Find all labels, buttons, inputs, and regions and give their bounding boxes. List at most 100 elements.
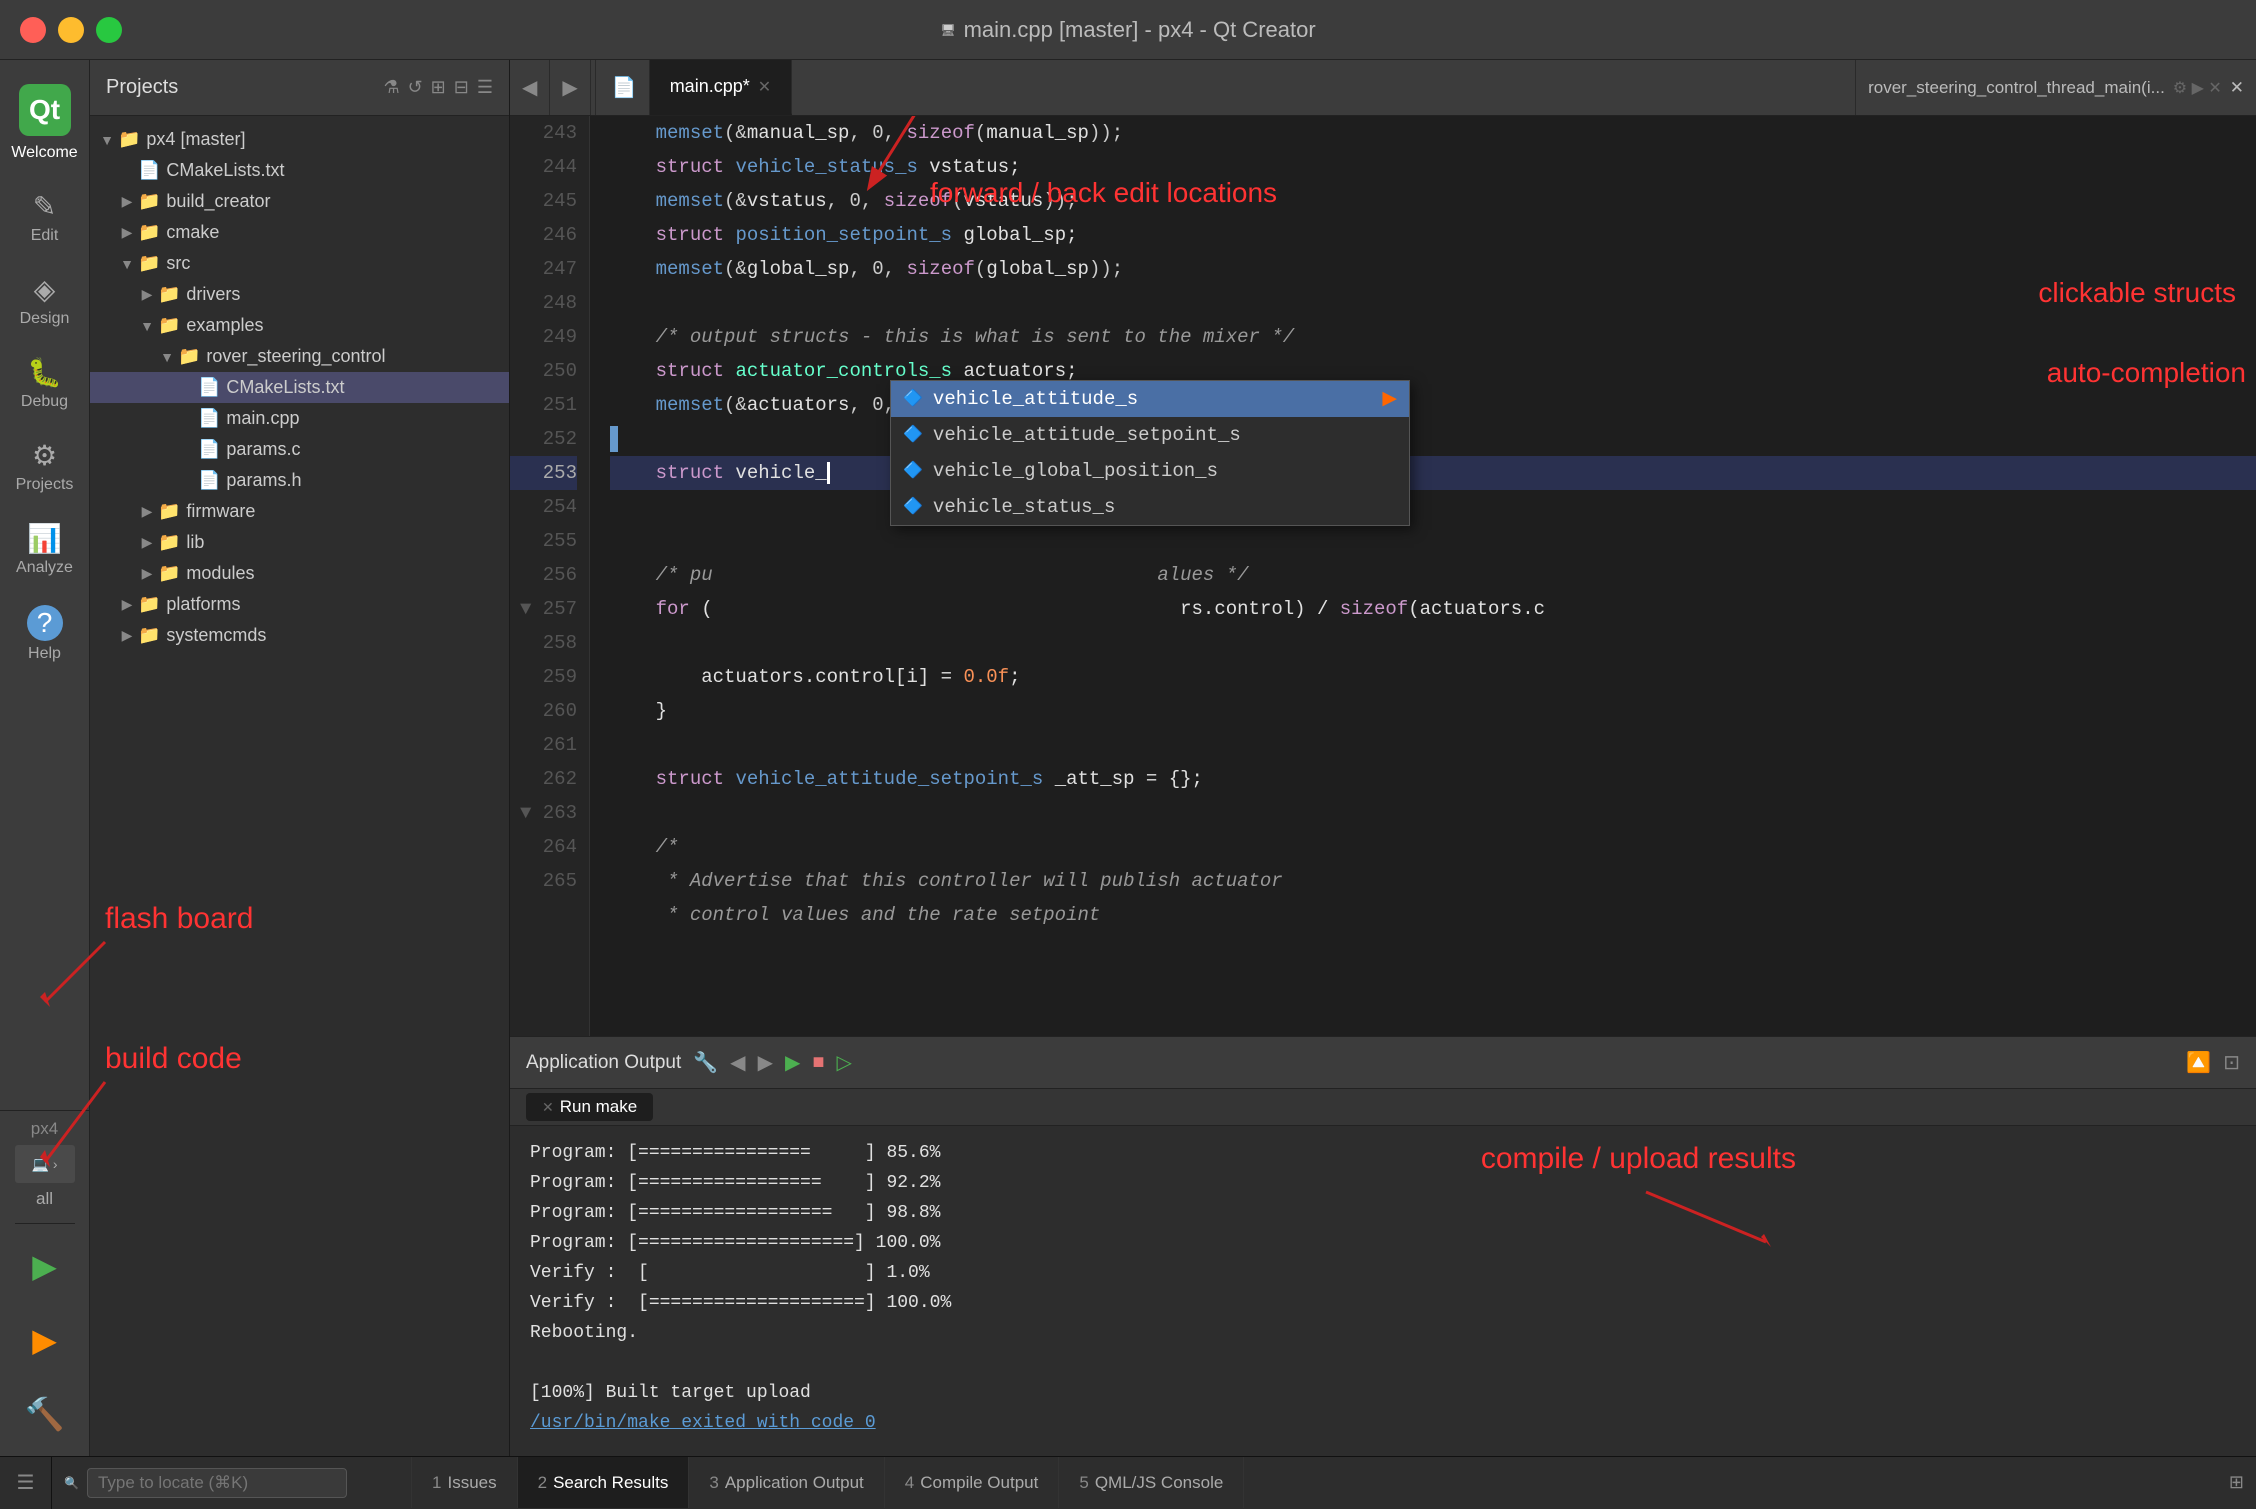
expand-arrow-px4[interactable]: ▼ bbox=[98, 132, 116, 148]
folder-icon-cmake: 📁 bbox=[138, 222, 160, 243]
close-button[interactable] bbox=[20, 17, 46, 43]
tab-num-5: 5 bbox=[1079, 1473, 1088, 1493]
build-button[interactable]: 🔨 bbox=[15, 1384, 75, 1444]
sidebar-item-design[interactable]: ◈ Design bbox=[0, 259, 89, 342]
tree-item-cmakelists-root[interactable]: ▶ 📄 CMakeLists.txt bbox=[90, 155, 509, 186]
output-content: Program: [================ ] 85.6% Progr… bbox=[510, 1126, 2256, 1456]
expand-icon[interactable]: ⊞ bbox=[431, 77, 446, 98]
sidebar-item-help[interactable]: ? Help bbox=[0, 591, 89, 677]
tree-item-examples[interactable]: ▼ 📁 examples bbox=[90, 310, 509, 341]
expand-arrow-build[interactable]: ▶ bbox=[118, 193, 136, 210]
sidebar-item-edit[interactable]: ✎ Edit bbox=[0, 176, 89, 259]
output-detach-icon[interactable]: ⊡ bbox=[2223, 1050, 2240, 1075]
tree-item-systemcmds[interactable]: ▶ 📁 systemcmds bbox=[90, 620, 509, 651]
folder-icon-lib: 📁 bbox=[158, 532, 180, 553]
sidebar-item-welcome[interactable]: Qt Welcome bbox=[0, 70, 89, 176]
kit-device-icon[interactable]: 💻 › bbox=[15, 1145, 75, 1183]
tree-item-main-cpp[interactable]: ▶ 📄 main.cpp bbox=[90, 403, 509, 434]
output-title: Application Output bbox=[526, 1052, 681, 1074]
ac-item-vehicle-status-s[interactable]: 🔷 vehicle_status_s bbox=[891, 489, 1409, 525]
close-secondary-tab[interactable]: ✕ bbox=[2230, 78, 2244, 98]
output-resume-icon[interactable]: ▷ bbox=[836, 1050, 851, 1075]
tab-close-main[interactable]: ✕ bbox=[758, 77, 771, 97]
autocomplete-dropdown[interactable]: 🔷 vehicle_attitude_s ▶ 🔷 vehicle_attitud… bbox=[890, 380, 1410, 526]
sidebar-toggle-button[interactable]: ☰ bbox=[0, 1457, 52, 1509]
output-line-3: Program: [================== ] 98.8% bbox=[530, 1198, 2236, 1228]
code-content[interactable]: memset(&manual_sp, 0, sizeof(manual_sp))… bbox=[590, 116, 2256, 1036]
tree-item-firmware[interactable]: ▶ 📁 firmware bbox=[90, 496, 509, 527]
search-magnifier-icon: 🔍 bbox=[64, 1476, 79, 1490]
expand-arrow-systemcmds[interactable]: ▶ bbox=[118, 627, 136, 644]
no-arrow2: ▶ bbox=[178, 379, 196, 396]
main-layout: Qt Welcome ✎ Edit ◈ Design 🐛 Debug ⚙ Pro… bbox=[0, 60, 2256, 1456]
sync-icon[interactable]: ↺ bbox=[408, 77, 423, 98]
tree-item-params-h[interactable]: ▶ 📄 params.h bbox=[90, 465, 509, 496]
status-tab-search-results[interactable]: 2 Search Results bbox=[518, 1457, 690, 1508]
tree-item-px4[interactable]: ▼ 📁 px4 [master] bbox=[90, 124, 509, 155]
sidebar-item-debug[interactable]: 🐛 Debug bbox=[0, 342, 89, 425]
expand-arrow-lib[interactable]: ▶ bbox=[138, 534, 156, 551]
ac-item-vehicle-global-pos[interactable]: 🔷 vehicle_global_position_s bbox=[891, 453, 1409, 489]
sidebar-item-projects[interactable]: ⚙ Projects bbox=[0, 425, 89, 508]
locate-search-input[interactable] bbox=[87, 1468, 347, 1498]
output-line-blank bbox=[530, 1348, 2236, 1378]
status-search-area: 🔍 bbox=[52, 1457, 412, 1508]
code-line-254 bbox=[610, 490, 2256, 524]
expand-arrow-firmware[interactable]: ▶ bbox=[138, 503, 156, 520]
output-forward-icon[interactable]: ▶ bbox=[758, 1050, 773, 1075]
tree-item-platforms[interactable]: ▶ 📁 platforms bbox=[90, 589, 509, 620]
tree-item-cmake-selected[interactable]: ▶ 📄 CMakeLists.txt bbox=[90, 372, 509, 403]
expand-arrow-drivers[interactable]: ▶ bbox=[138, 286, 156, 303]
status-expand-icon[interactable]: ⊞ bbox=[2229, 1472, 2244, 1493]
ac-item-vehicle-attitude-s[interactable]: 🔷 vehicle_attitude_s ▶ bbox=[891, 381, 1409, 417]
maximize-button[interactable] bbox=[96, 17, 122, 43]
tree-item-build-creator[interactable]: ▶ 📁 build_creator bbox=[90, 186, 509, 217]
expand-arrow-cmake[interactable]: ▶ bbox=[118, 224, 136, 241]
tree-item-modules[interactable]: ▶ 📁 modules bbox=[90, 558, 509, 589]
folder-icon-systemcmds: 📁 bbox=[138, 625, 160, 646]
tab-main-cpp[interactable]: main.cpp* ✕ bbox=[650, 60, 792, 115]
traffic-lights[interactable] bbox=[20, 17, 122, 43]
expand-arrow-rover[interactable]: ▼ bbox=[158, 349, 176, 365]
debug-run-button[interactable]: ▶ bbox=[15, 1310, 75, 1370]
code-editor[interactable]: 243 244 245 246 247 248 249 250 251 252 … bbox=[510, 116, 2256, 1036]
expand-arrow-src[interactable]: ▼ bbox=[118, 256, 136, 272]
output-stop-icon[interactable]: ■ bbox=[812, 1051, 824, 1074]
tree-item-lib[interactable]: ▶ 📁 lib bbox=[90, 527, 509, 558]
expand-arrow-modules[interactable]: ▶ bbox=[138, 565, 156, 582]
sidebar-item-analyze[interactable]: 📊 Analyze bbox=[0, 508, 89, 591]
output-run-icon[interactable]: ▶ bbox=[785, 1050, 800, 1075]
settings-panel-icon[interactable]: ☰ bbox=[477, 77, 493, 98]
output-collapse-icon[interactable]: 🔼 bbox=[2186, 1050, 2211, 1075]
output-header: Application Output 🔧 ◀ ▶ ▶ ■ ▷ 🔼 ⊡ bbox=[510, 1037, 2256, 1089]
collapse-icon[interactable]: ⊟ bbox=[454, 77, 469, 98]
forward-nav-button[interactable]: ▶ bbox=[550, 60, 590, 115]
output-right-controls: 🔼 ⊡ bbox=[2186, 1050, 2240, 1075]
tree-item-cmake[interactable]: ▶ 📁 cmake bbox=[90, 217, 509, 248]
filter-icon[interactable]: ⚗ bbox=[383, 77, 399, 98]
output-tab-run-make[interactable]: ✕ Run make bbox=[526, 1093, 653, 1121]
tab-x-icon[interactable]: ✕ bbox=[542, 1099, 554, 1116]
tree-item-params-c[interactable]: ▶ 📄 params.c bbox=[90, 434, 509, 465]
expand-arrow-platforms[interactable]: ▶ bbox=[118, 596, 136, 613]
run-button[interactable]: ▶ bbox=[15, 1236, 75, 1296]
help-icon: ? bbox=[27, 605, 63, 641]
tree-label-rover: rover_steering_control bbox=[206, 346, 385, 367]
expand-arrow-examples[interactable]: ▼ bbox=[138, 318, 156, 334]
minimize-button[interactable] bbox=[58, 17, 84, 43]
tree-item-rover[interactable]: ▼ 📁 rover_steering_control bbox=[90, 341, 509, 372]
code-line-263 bbox=[610, 796, 2256, 830]
secondary-tab-label[interactable]: rover_steering_control_thread_main(i... bbox=[1868, 78, 2165, 98]
ac-item-vehicle-attitude-setpoint-s[interactable]: 🔷 vehicle_attitude_setpoint_s bbox=[891, 417, 1409, 453]
output-settings-icon[interactable]: 🔧 bbox=[693, 1050, 718, 1075]
status-tab-compile[interactable]: 4 Compile Output bbox=[885, 1457, 1060, 1508]
tree-item-src[interactable]: ▼ 📁 src bbox=[90, 248, 509, 279]
back-nav-button[interactable]: ◀ bbox=[510, 60, 550, 115]
output-back-icon[interactable]: ◀ bbox=[730, 1050, 745, 1075]
status-tab-qml[interactable]: 5 QML/JS Console bbox=[1059, 1457, 1244, 1508]
status-tab-app-output[interactable]: 3 Application Output bbox=[689, 1457, 884, 1508]
make-exit-link[interactable]: /usr/bin/make exited with code 0 bbox=[530, 1413, 876, 1433]
status-tab-issues[interactable]: 1 Issues bbox=[412, 1457, 518, 1508]
line-num-256: 256 bbox=[510, 558, 577, 592]
tree-item-drivers[interactable]: ▶ 📁 drivers bbox=[90, 279, 509, 310]
